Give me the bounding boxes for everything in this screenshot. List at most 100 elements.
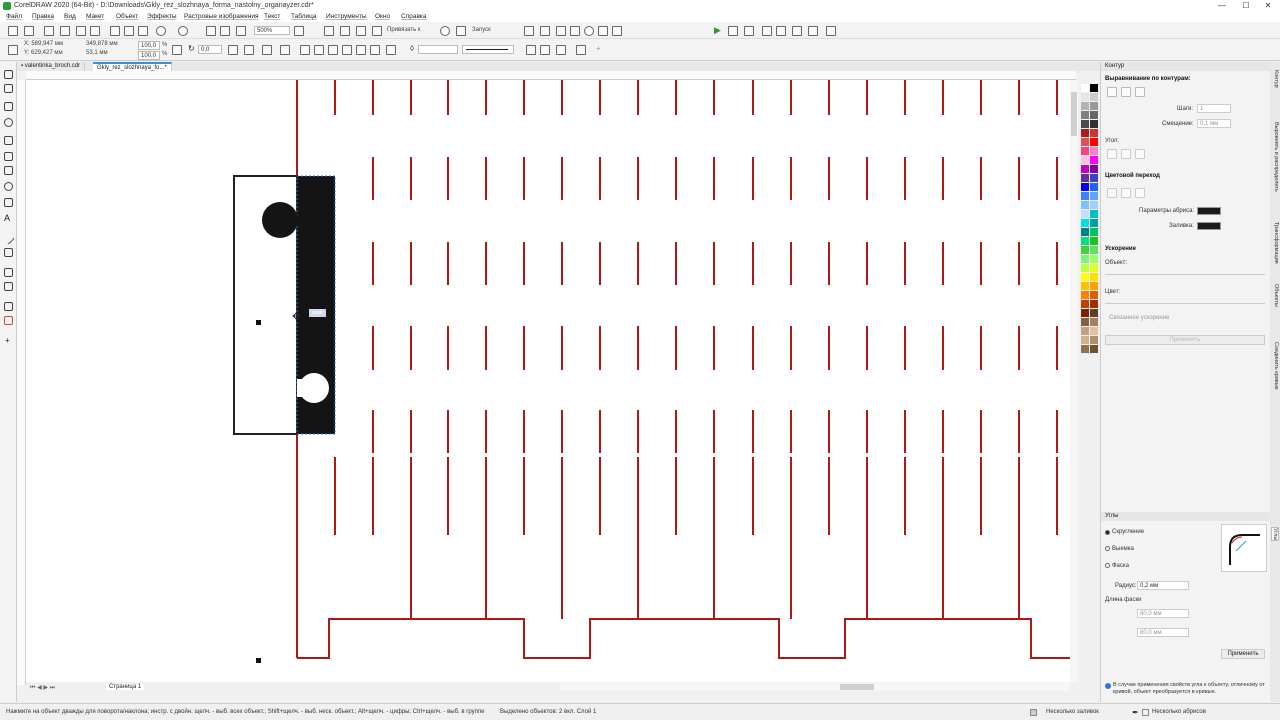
- extension-icon[interactable]: [598, 26, 608, 36]
- palette-swatch[interactable]: [1090, 336, 1098, 344]
- pdf-icon[interactable]: [236, 26, 246, 36]
- corner-bevel-icon[interactable]: [1135, 149, 1145, 159]
- menu-view[interactable]: Вид: [64, 13, 76, 20]
- palette-swatch[interactable]: [1090, 210, 1098, 218]
- palette-swatch[interactable]: [1081, 336, 1089, 344]
- scallop-radio[interactable]: [1105, 546, 1110, 551]
- artistic-media-icon[interactable]: [4, 152, 13, 161]
- front-minus-back-icon[interactable]: [356, 45, 366, 55]
- tab-corners[interactable]: Углы: [1271, 527, 1279, 542]
- tab-transform[interactable]: Трансформация: [1271, 222, 1279, 264]
- palette-swatch[interactable]: [1081, 318, 1089, 326]
- scale-y-field[interactable]: 100,0: [138, 51, 160, 60]
- menu-tools[interactable]: Инструменты: [326, 13, 367, 20]
- palette-swatch[interactable]: [1090, 327, 1098, 335]
- palette-swatch[interactable]: [1081, 156, 1089, 164]
- palette-swatch[interactable]: [1090, 165, 1098, 173]
- palette-swatch[interactable]: [1090, 345, 1098, 353]
- palette-swatch[interactable]: [1081, 273, 1089, 281]
- palette-swatch[interactable]: [1090, 102, 1098, 110]
- contour-center-icon[interactable]: [1135, 87, 1145, 97]
- settings-icon[interactable]: [584, 26, 594, 36]
- vertical-ruler[interactable]: [17, 80, 26, 685]
- palette-swatch[interactable]: [1090, 300, 1098, 308]
- palette-swatch[interactable]: [1090, 318, 1098, 326]
- palette-swatch[interactable]: [1081, 264, 1089, 272]
- macro-record-icon[interactable]: [728, 26, 738, 36]
- trim-icon[interactable]: [314, 45, 324, 55]
- palette-swatch[interactable]: [1090, 291, 1098, 299]
- vertical-scrollbar[interactable]: [1070, 80, 1078, 682]
- text-tool-icon[interactable]: A: [4, 213, 10, 223]
- selection-handle[interactable]: [256, 320, 261, 325]
- apply-contour-button[interactable]: Применить: [1105, 335, 1265, 345]
- blend-linear-icon[interactable]: [1107, 188, 1117, 198]
- pick-tool-icon[interactable]: [4, 70, 13, 79]
- more-icon[interactable]: [826, 26, 836, 36]
- blend-clockwise-icon[interactable]: [1121, 188, 1131, 198]
- outline-color-picker[interactable]: [1197, 207, 1221, 215]
- fill-color-picker[interactable]: [1197, 222, 1221, 230]
- palette-swatch[interactable]: [1090, 84, 1098, 92]
- palette-swatch[interactable]: [1081, 210, 1089, 218]
- palette-swatch[interactable]: [1090, 237, 1098, 245]
- fillet-radio[interactable]: [1105, 530, 1110, 535]
- horizontal-ruler[interactable]: [26, 71, 1076, 80]
- palette-swatch[interactable]: [1081, 327, 1089, 335]
- cloud-icon[interactable]: [60, 26, 70, 36]
- paste-icon[interactable]: [138, 26, 148, 36]
- menu-object[interactable]: Объект: [116, 13, 138, 20]
- menu-help[interactable]: Справка: [401, 13, 427, 20]
- palette-swatch[interactable]: [1081, 183, 1089, 191]
- lock-ratio-icon[interactable]: [172, 45, 182, 55]
- macro-manager-icon[interactable]: [744, 26, 754, 36]
- wrap-text-icon[interactable]: [556, 45, 566, 55]
- palette-swatch[interactable]: [1090, 246, 1098, 254]
- intersect-icon[interactable]: [328, 45, 338, 55]
- text-align-icon[interactable]: [576, 45, 586, 55]
- palette-swatch[interactable]: [1081, 111, 1089, 119]
- macro-icon[interactable]: [540, 26, 550, 36]
- snap-to-dropdown[interactable]: Привязать к: [387, 27, 421, 33]
- selection-handle[interactable]: [256, 658, 261, 663]
- palette-swatch[interactable]: [1090, 264, 1098, 272]
- export-icon[interactable]: [220, 26, 230, 36]
- object-accel-slider[interactable]: [1105, 274, 1265, 275]
- palette-swatch[interactable]: [1081, 174, 1089, 182]
- transparency-icon[interactable]: [4, 282, 13, 291]
- corner-miter-icon[interactable]: [1107, 149, 1117, 159]
- rotation-angle-field[interactable]: 0,0: [198, 45, 222, 54]
- palette-swatch[interactable]: [1090, 147, 1098, 155]
- chamfer-radio[interactable]: [1105, 563, 1110, 568]
- palette-swatch[interactable]: [1090, 93, 1098, 101]
- palette-swatch[interactable]: [1081, 165, 1089, 173]
- palette-swatch[interactable]: [1081, 309, 1089, 317]
- menu-bitmaps[interactable]: Растровые изображения: [184, 13, 259, 20]
- palette-swatch[interactable]: [1081, 129, 1089, 137]
- palette-swatch[interactable]: [1081, 300, 1089, 308]
- menu-table[interactable]: Таблица: [291, 13, 317, 20]
- scale-x-field[interactable]: 100,0: [138, 41, 160, 50]
- page-tab[interactable]: Страница 1: [106, 684, 145, 690]
- print-icon[interactable]: [90, 26, 100, 36]
- mirror-horizontal-icon[interactable]: [228, 45, 238, 55]
- chamfer-b-field[interactable]: 80,0 мм: [1137, 628, 1189, 637]
- palette-swatch[interactable]: [1081, 345, 1089, 353]
- palette-swatch[interactable]: [1090, 111, 1098, 119]
- cloud-upload-icon[interactable]: [76, 26, 86, 36]
- outline-width-select[interactable]: [418, 45, 458, 54]
- palette-swatch[interactable]: [1090, 228, 1098, 236]
- shape-icon[interactable]: [570, 26, 580, 36]
- guidelines-icon[interactable]: [372, 26, 382, 36]
- new-document-icon[interactable]: [8, 26, 18, 36]
- y-position-field[interactable]: Y: 629,427 мм: [24, 50, 63, 56]
- linked-accel-checkbox[interactable]: Связанное ускорение: [1109, 315, 1169, 321]
- add-icon[interactable]: +: [596, 44, 601, 53]
- app-launcher-icon[interactable]: [456, 26, 466, 36]
- palette-swatch[interactable]: [1090, 183, 1098, 191]
- start-arrow-icon[interactable]: [526, 45, 536, 55]
- palette-swatch[interactable]: [1090, 120, 1098, 128]
- close-window-button[interactable]: ✕: [1258, 0, 1278, 12]
- palette-swatch[interactable]: [1090, 174, 1098, 182]
- palette-swatch[interactable]: [1081, 228, 1089, 236]
